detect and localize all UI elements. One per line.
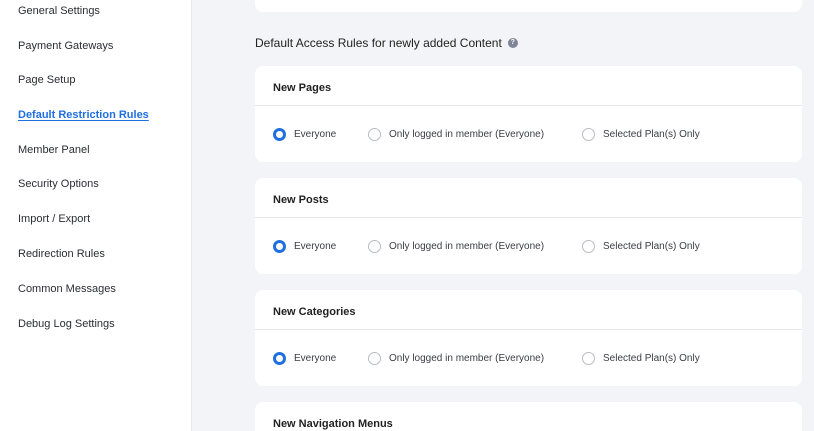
radio-label: Only logged in member (Everyone) — [389, 240, 545, 252]
section-heading: Default Access Rules for newly added Con… — [255, 36, 518, 50]
new-navigation-menus-card: New Navigation Menus — [255, 402, 802, 431]
sidebar-item-general-settings[interactable]: General Settings — [18, 5, 100, 17]
radio-checked-icon — [273, 239, 286, 253]
settings-sidebar: General Settings Payment Gateways Page S… — [0, 0, 192, 431]
radio-label: Everyone — [294, 240, 337, 252]
radio-checked-icon — [273, 351, 286, 365]
radio-everyone[interactable]: Everyone — [273, 125, 336, 143]
radio-selected-plans[interactable]: Selected Plan(s) Only — [582, 349, 700, 367]
radio-unchecked-icon — [582, 351, 595, 365]
card-divider — [255, 329, 802, 330]
question-icon[interactable]: ? — [507, 38, 518, 48]
sidebar-item-import-export[interactable]: Import / Export — [18, 213, 90, 225]
card-divider — [255, 217, 802, 218]
card-title: New Categories — [273, 306, 356, 318]
radio-unchecked-icon — [582, 239, 595, 253]
card-title: New Navigation Menus — [273, 418, 393, 430]
radio-label: Only logged in member (Everyone) — [389, 128, 545, 140]
radio-logged-in-member[interactable]: Only logged in member (Everyone) — [368, 125, 544, 143]
radio-everyone[interactable]: Everyone — [273, 237, 336, 255]
radio-label: Selected Plan(s) Only — [603, 240, 700, 252]
sidebar-item-security-options[interactable]: Security Options — [18, 178, 99, 190]
new-categories-card: New Categories Everyone Only logged in m… — [255, 290, 802, 386]
card-title: New Pages — [273, 82, 332, 94]
radio-label: Only logged in member (Everyone) — [389, 352, 545, 364]
main-content: Default Access Rules for newly added Con… — [192, 0, 814, 431]
radio-logged-in-member[interactable]: Only logged in member (Everyone) — [368, 349, 544, 367]
new-posts-card: New Posts Everyone Only logged in member… — [255, 178, 802, 274]
card-title: New Posts — [273, 194, 329, 206]
radio-label: Everyone — [294, 128, 337, 140]
radio-everyone[interactable]: Everyone — [273, 349, 336, 367]
radio-logged-in-member[interactable]: Only logged in member (Everyone) — [368, 237, 544, 255]
radio-selected-plans[interactable]: Selected Plan(s) Only — [582, 125, 700, 143]
sidebar-item-payment-gateways[interactable]: Payment Gateways — [18, 40, 113, 52]
section-heading-text: Default Access Rules for newly added Con… — [255, 36, 502, 50]
radio-label: Selected Plan(s) Only — [603, 352, 700, 364]
sidebar-item-page-setup[interactable]: Page Setup — [18, 74, 76, 86]
radio-unchecked-icon — [368, 239, 381, 253]
sidebar-item-member-panel[interactable]: Member Panel — [18, 144, 90, 156]
sidebar-item-redirection-rules[interactable]: Redirection Rules — [18, 248, 105, 260]
sidebar-item-debug-log-settings[interactable]: Debug Log Settings — [18, 318, 115, 330]
radio-unchecked-icon — [582, 127, 595, 141]
radio-label: Selected Plan(s) Only — [603, 128, 700, 140]
radio-selected-plans[interactable]: Selected Plan(s) Only — [582, 237, 700, 255]
card-divider — [255, 105, 802, 106]
radio-label: Everyone — [294, 352, 337, 364]
new-pages-card: New Pages Everyone Only logged in member… — [255, 66, 802, 162]
sidebar-item-common-messages[interactable]: Common Messages — [18, 283, 116, 295]
previous-settings-card — [255, 0, 802, 12]
sidebar-item-default-restriction-rules[interactable]: Default Restriction Rules — [18, 109, 149, 121]
radio-unchecked-icon — [368, 127, 381, 141]
radio-checked-icon — [273, 127, 286, 141]
radio-unchecked-icon — [368, 351, 381, 365]
